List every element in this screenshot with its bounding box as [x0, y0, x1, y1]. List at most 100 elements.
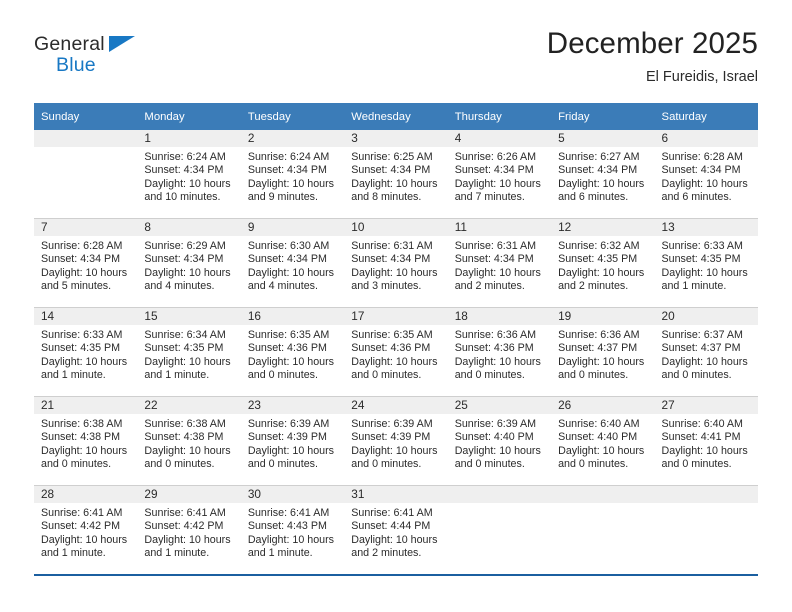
daylight-text-line2: and 1 minute. [41, 547, 106, 560]
sunset-text: Sunset: 4:35 PM [661, 253, 741, 266]
daylight-text-line2: and 2 minutes. [454, 280, 525, 293]
calendar-day-cell[interactable]: 18 Sunrise: 6:36 AM Sunset: 4:36 PM Dayligh… [447, 307, 552, 397]
day-number: 21 [34, 397, 138, 414]
sunset-text: Sunset: 4:37 PM [558, 342, 638, 355]
sunset-text: Sunset: 4:34 PM [454, 164, 534, 177]
daylight-text-line1: Daylight: 10 hours [454, 177, 541, 190]
sunset-text: Sunset: 4:35 PM [144, 342, 224, 355]
sunrise-text: Sunrise: 6:35 AM [247, 329, 330, 341]
sunrise-text: Sunrise: 6:27 AM [558, 151, 640, 163]
daylight-text-line2: and 10 minutes. [144, 191, 221, 204]
sunset-text: Sunset: 4:41 PM [661, 431, 741, 444]
day-details: Sunrise: 6:24 AM Sunset: 4:34 PM Daylight:… [241, 147, 344, 205]
day-details: Sunrise: 6:29 AM Sunset: 4:34 PM Daylight:… [137, 236, 240, 294]
day-number: 10 [344, 219, 448, 236]
daylight-text-line2: and 1 minute. [144, 369, 210, 382]
daylight-text-line1: Daylight: 10 hours [351, 177, 438, 190]
sunrise-text: Sunrise: 6:41 AM [351, 507, 433, 519]
daylight-text-line1: Daylight: 10 hours [661, 444, 748, 457]
calendar-day-cell[interactable]: 30 Sunrise: 6:41 AM Sunset: 4:43 PM Dayligh… [240, 485, 345, 574]
calendar-week-row: 1 Sunrise: 6:24 AM Sunset: 4:34 PM Daylight… [34, 130, 758, 219]
calendar-day-cell[interactable]: 19 Sunrise: 6:36 AM Sunset: 4:37 PM Dayligh… [551, 307, 655, 397]
day-number: 26 [551, 397, 655, 414]
calendar-day-cell[interactable]: 22 Sunrise: 6:38 AM Sunset: 4:38 PM Dayligh… [137, 396, 241, 486]
daylight-text-line2: and 7 minutes. [454, 191, 525, 204]
day-details: Sunrise: 6:35 AM Sunset: 4:36 PM Daylight:… [241, 325, 344, 383]
calendar-day-cell[interactable]: 24 Sunrise: 6:39 AM Sunset: 4:39 PM Dayligh… [344, 396, 448, 486]
day-details: Sunrise: 6:41 AM Sunset: 4:42 PM Daylight:… [34, 503, 137, 561]
calendar-day-cell[interactable]: 20 Sunrise: 6:37 AM Sunset: 4:37 PM Dayligh… [654, 307, 758, 397]
day-number: 11 [447, 219, 552, 236]
location-subtitle: El Fureidis, Israel [645, 69, 758, 85]
calendar-day-cell[interactable]: 6 Sunrise: 6:28 AM Sunset: 4:34 PM Daylight… [654, 130, 758, 219]
sunset-text: Sunset: 4:40 PM [454, 431, 534, 444]
sunset-text: Sunset: 4:36 PM [247, 342, 327, 355]
calendar-day-cell[interactable]: 3 Sunrise: 6:25 AM Sunset: 4:34 PM Daylight… [344, 130, 448, 219]
day-details: Sunrise: 6:40 AM Sunset: 4:41 PM Daylight:… [655, 414, 758, 472]
day-number: 20 [654, 308, 758, 325]
calendar-day-cell[interactable]: 17 Sunrise: 6:35 AM Sunset: 4:36 PM Dayligh… [344, 307, 448, 397]
calendar-day-cell[interactable]: 21 Sunrise: 6:38 AM Sunset: 4:38 PM Dayligh… [34, 396, 138, 486]
page-title: December 2025 [546, 27, 758, 60]
sunset-text: Sunset: 4:34 PM [247, 164, 327, 177]
calendar-cell-empty [447, 485, 552, 574]
day-number: 3 [344, 130, 448, 147]
day-number [654, 486, 758, 503]
calendar-week-row: 7 Sunrise: 6:28 AM Sunset: 4:34 PM Daylight… [34, 218, 758, 308]
sunset-text: Sunset: 4:38 PM [41, 431, 121, 444]
sunrise-text: Sunrise: 6:40 AM [558, 418, 640, 430]
weekday-header-wednesday: Wednesday [344, 103, 448, 130]
daylight-text-line1: Daylight: 10 hours [661, 355, 748, 368]
sunrise-text: Sunrise: 6:24 AM [247, 151, 330, 163]
calendar-day-cell[interactable]: 27 Sunrise: 6:40 AM Sunset: 4:41 PM Dayligh… [654, 396, 758, 486]
sunset-text: Sunset: 4:35 PM [558, 253, 638, 266]
daylight-text-line1: Daylight: 10 hours [41, 266, 128, 279]
sunrise-text: Sunrise: 6:41 AM [144, 507, 226, 519]
calendar-day-cell[interactable]: 1 Sunrise: 6:24 AM Sunset: 4:34 PM Daylight… [137, 130, 241, 219]
calendar-day-cell[interactable]: 5 Sunrise: 6:27 AM Sunset: 4:34 PM Daylight… [551, 130, 655, 219]
day-number: 30 [240, 486, 345, 503]
day-details: Sunrise: 6:28 AM Sunset: 4:34 PM Daylight:… [34, 236, 137, 294]
day-details: Sunrise: 6:25 AM Sunset: 4:34 PM Daylight:… [344, 147, 447, 205]
daylight-text-line1: Daylight: 10 hours [661, 266, 748, 279]
sunset-text: Sunset: 4:42 PM [144, 520, 224, 533]
sunrise-text: Sunrise: 6:32 AM [558, 240, 640, 252]
sunrise-text: Sunrise: 6:38 AM [144, 418, 226, 430]
calendar-day-cell[interactable]: 14 Sunrise: 6:33 AM Sunset: 4:35 PM Dayligh… [34, 307, 138, 397]
calendar-day-cell[interactable]: 7 Sunrise: 6:28 AM Sunset: 4:34 PM Daylight… [34, 218, 138, 308]
sunset-text: Sunset: 4:36 PM [351, 342, 431, 355]
calendar-week-row: 21 Sunrise: 6:38 AM Sunset: 4:38 PM Dayligh… [34, 396, 758, 486]
calendar-day-cell[interactable]: 13 Sunrise: 6:33 AM Sunset: 4:35 PM Dayligh… [654, 218, 758, 308]
day-number [551, 486, 655, 503]
calendar-day-cell[interactable]: 25 Sunrise: 6:39 AM Sunset: 4:40 PM Dayligh… [447, 396, 552, 486]
sunset-text: Sunset: 4:44 PM [351, 520, 431, 533]
calendar-day-cell[interactable]: 2 Sunrise: 6:24 AM Sunset: 4:34 PM Daylight… [240, 130, 345, 219]
sunrise-text: Sunrise: 6:38 AM [41, 418, 123, 430]
daylight-text-line2: and 0 minutes. [351, 458, 422, 471]
daylight-text-line1: Daylight: 10 hours [41, 533, 128, 546]
calendar-day-cell[interactable]: 26 Sunrise: 6:40 AM Sunset: 4:40 PM Dayligh… [551, 396, 655, 486]
sunset-text: Sunset: 4:35 PM [41, 342, 121, 355]
calendar-day-cell[interactable]: 11 Sunrise: 6:31 AM Sunset: 4:34 PM Dayligh… [447, 218, 552, 308]
calendar-day-cell[interactable]: 8 Sunrise: 6:29 AM Sunset: 4:34 PM Daylight… [137, 218, 241, 308]
sunrise-text: Sunrise: 6:41 AM [41, 507, 123, 519]
sunset-text: Sunset: 4:42 PM [41, 520, 121, 533]
calendar-day-cell[interactable]: 12 Sunrise: 6:32 AM Sunset: 4:35 PM Dayligh… [551, 218, 655, 308]
calendar-day-cell[interactable]: 16 Sunrise: 6:35 AM Sunset: 4:36 PM Dayligh… [240, 307, 345, 397]
calendar-day-cell[interactable]: 4 Sunrise: 6:26 AM Sunset: 4:34 PM Daylight… [447, 130, 552, 219]
day-details: Sunrise: 6:33 AM Sunset: 4:35 PM Daylight:… [655, 236, 758, 294]
calendar-day-cell[interactable]: 9 Sunrise: 6:30 AM Sunset: 4:34 PM Daylight… [240, 218, 345, 308]
calendar-day-cell[interactable]: 28 Sunrise: 6:41 AM Sunset: 4:42 PM Dayligh… [34, 485, 138, 574]
calendar-day-cell[interactable]: 31 Sunrise: 6:41 AM Sunset: 4:44 PM Dayligh… [344, 485, 448, 574]
calendar-day-cell[interactable]: 29 Sunrise: 6:41 AM Sunset: 4:42 PM Dayligh… [137, 485, 241, 574]
sunrise-text: Sunrise: 6:33 AM [41, 329, 123, 341]
weekday-header-friday: Friday [551, 103, 655, 130]
daylight-text-line2: and 2 minutes. [558, 280, 629, 293]
day-details: Sunrise: 6:31 AM Sunset: 4:34 PM Daylight:… [448, 236, 551, 294]
daylight-text-line2: and 4 minutes. [247, 280, 318, 293]
calendar-day-cell[interactable]: 15 Sunrise: 6:34 AM Sunset: 4:35 PM Dayligh… [137, 307, 241, 397]
calendar-day-cell[interactable]: 23 Sunrise: 6:39 AM Sunset: 4:39 PM Dayligh… [240, 396, 345, 486]
sunrise-text: Sunrise: 6:40 AM [661, 418, 743, 430]
calendar-day-cell[interactable]: 10 Sunrise: 6:31 AM Sunset: 4:34 PM Dayligh… [344, 218, 448, 308]
weekday-header-sunday: Sunday [34, 103, 138, 130]
